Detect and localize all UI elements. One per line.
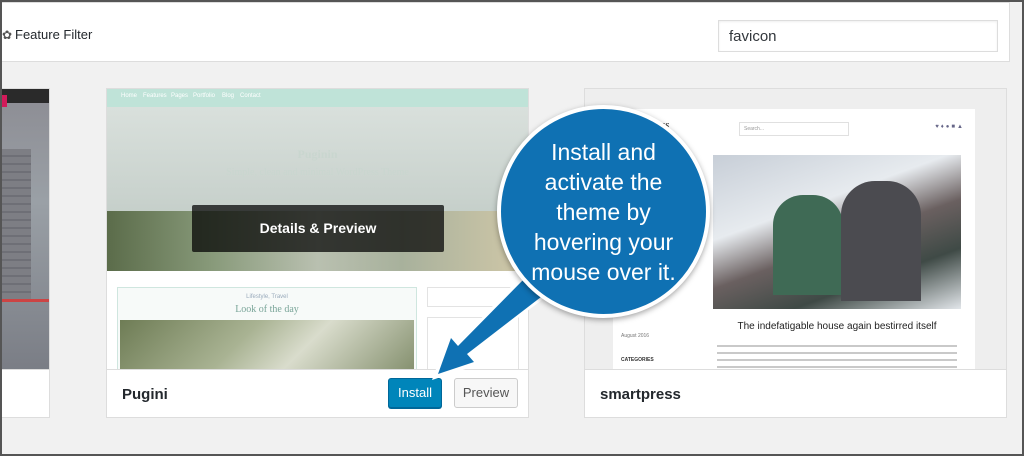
theme-name: smartpress: [600, 386, 681, 403]
theme-card-footer: [2, 369, 49, 417]
preview-section-kicker: Lifestyle, Travel: [246, 294, 288, 300]
preview-nav-item: Home: [121, 93, 138, 99]
gear-icon[interactable]: ✿: [2, 29, 12, 41]
preview-social-icons: ♥♦●■▲: [935, 124, 965, 130]
theme-card-partial[interactable]: [2, 88, 50, 418]
details-preview-button[interactable]: Details & Preview: [192, 205, 444, 252]
feature-filter-link[interactable]: Feature Filter: [15, 27, 92, 42]
preview-title: Puginin: [297, 147, 338, 161]
theme-screenshot: [2, 89, 49, 371]
install-button[interactable]: Install: [388, 378, 442, 408]
theme-card-pugini[interactable]: Home Features Pages Portfolio Blog Conta…: [106, 88, 529, 418]
preview-nav: Home Features Pages Portfolio Blog Conta…: [107, 89, 528, 107]
callout-text: Install and activate the theme by hoveri…: [531, 138, 676, 285]
preview-section-title: Look of the day: [235, 304, 299, 315]
theme-card-footer: smartpress: [585, 369, 1006, 417]
preview-sidebar: [427, 287, 519, 371]
preview-nav-item: Pages: [171, 93, 189, 99]
callout-bubble: Install and activate the theme by hoveri…: [497, 105, 710, 318]
preview-headline: The indefatigable house again bestirred …: [737, 321, 937, 332]
preview-photo: [713, 155, 961, 309]
filter-bar: ✿ Feature Filter: [2, 2, 1010, 62]
preview-nav-item: Blog: [222, 93, 235, 99]
theme-card-footer: Pugini Install Preview: [107, 369, 528, 417]
search-input[interactable]: [718, 20, 998, 52]
preview-button[interactable]: Preview: [454, 378, 518, 408]
preview-search: Search...: [739, 122, 849, 136]
preview-nav-item: Features: [143, 93, 167, 99]
preview-archive: August 2016: [621, 333, 650, 339]
theme-screenshot: Home Features Pages Portfolio Blog Conta…: [107, 89, 528, 371]
preview-nav-item: Contact: [240, 93, 261, 99]
preview-nav-item: Portfolio: [193, 93, 216, 99]
preview-section: Lifestyle, Travel Look of the day: [117, 287, 417, 371]
preview-tagline: Simple, clean and minimal WordPress Them…: [226, 167, 409, 178]
preview-categories: CATEGORIES: [621, 357, 654, 363]
theme-name: Pugini: [122, 386, 168, 403]
